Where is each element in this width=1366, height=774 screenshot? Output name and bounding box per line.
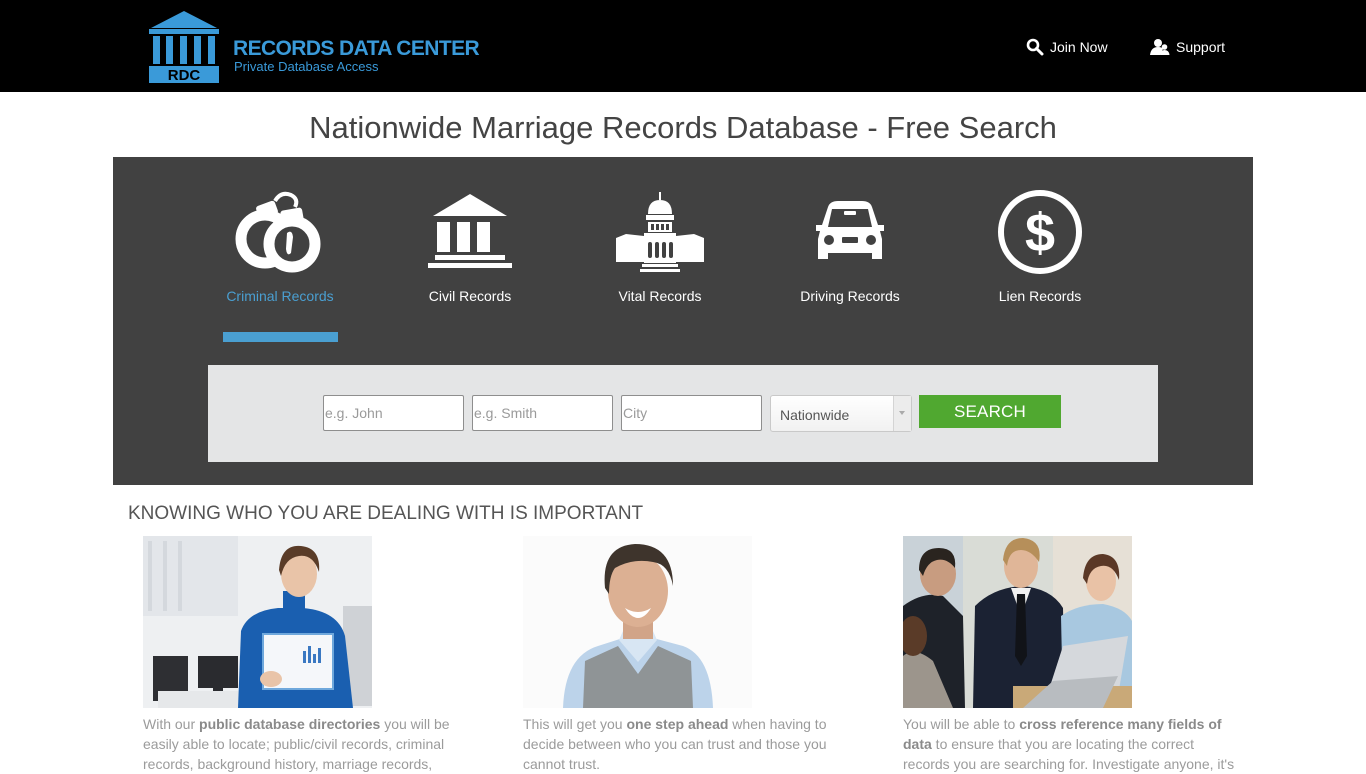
search-form: Nationwide SEARCH bbox=[208, 365, 1158, 462]
section-heading: KNOWING WHO YOU ARE DEALING WITH IS IMPO… bbox=[128, 503, 644, 524]
category-tab-criminal-records[interactable]: Criminal Records bbox=[210, 182, 350, 342]
svg-text:$: $ bbox=[1025, 203, 1055, 263]
logo-subtitle: Private Database Access bbox=[234, 59, 379, 74]
category-label: Vital Records bbox=[618, 288, 702, 304]
search-icon bbox=[1026, 38, 1044, 56]
category-tab-lien-records[interactable]: $ Lien Records bbox=[970, 182, 1110, 342]
info-card: This will get you one step ahead when ha… bbox=[523, 536, 863, 774]
state-select-value: Nationwide bbox=[780, 407, 850, 423]
info-card-text: This will get you one step ahead when ha… bbox=[523, 716, 827, 772]
dollar-circle-icon: $ bbox=[998, 190, 1082, 274]
info-card-text: You will be able to cross reference many… bbox=[903, 716, 1235, 772]
info-card: With our public database directories you… bbox=[143, 536, 483, 774]
category-tab-civil-records[interactable]: Civil Records bbox=[400, 182, 540, 342]
category-tab-driving-records[interactable]: Driving Records bbox=[780, 182, 920, 342]
woman-holding-folder-photo bbox=[143, 536, 372, 708]
support-link[interactable]: Support bbox=[1150, 36, 1225, 58]
top-navigation-bar: RDC RECORDS DATA CENTER Private Database… bbox=[0, 0, 1366, 92]
search-button[interactable]: SEARCH bbox=[919, 395, 1061, 428]
courthouse-logo-icon: RDC bbox=[149, 11, 219, 83]
search-panel: Criminal Records Civil Records Vital Rec… bbox=[113, 157, 1253, 485]
category-tab-vital-records[interactable]: Vital Records bbox=[590, 182, 730, 342]
courthouse-icon bbox=[428, 194, 512, 268]
users-icon bbox=[1150, 39, 1170, 55]
info-card-text: With our public database directories you… bbox=[143, 716, 450, 772]
last-name-input[interactable] bbox=[472, 395, 613, 431]
handcuffs-icon bbox=[235, 191, 321, 273]
category-label: Driving Records bbox=[800, 288, 900, 304]
join-now-label: Join Now bbox=[1050, 39, 1108, 55]
state-select[interactable]: Nationwide bbox=[770, 395, 912, 432]
category-label: Lien Records bbox=[998, 288, 1082, 304]
logo-title: RECORDS DATA CENTER bbox=[233, 37, 480, 60]
support-label: Support bbox=[1176, 39, 1226, 55]
logo-badge-text: RDC bbox=[168, 67, 201, 83]
site-logo[interactable]: RDC RECORDS DATA CENTER Private Database… bbox=[147, 11, 482, 83]
info-card: You will be able to cross reference many… bbox=[903, 536, 1243, 774]
join-now-link[interactable]: Join Now bbox=[1026, 36, 1108, 58]
page-title: Nationwide Marriage Records Database - F… bbox=[309, 110, 1057, 145]
business-team-laptop-photo bbox=[903, 536, 1132, 708]
chevron-down-icon bbox=[899, 411, 905, 415]
capitol-building-icon bbox=[616, 192, 704, 272]
category-label: Civil Records bbox=[428, 288, 512, 304]
city-input[interactable] bbox=[621, 395, 762, 431]
category-label: Criminal Records bbox=[226, 288, 334, 304]
state-select-toggle[interactable] bbox=[893, 396, 911, 431]
smiling-man-portrait-photo bbox=[523, 536, 752, 708]
first-name-input[interactable] bbox=[323, 395, 464, 431]
car-icon bbox=[816, 201, 884, 259]
active-tab-indicator bbox=[223, 332, 338, 342]
